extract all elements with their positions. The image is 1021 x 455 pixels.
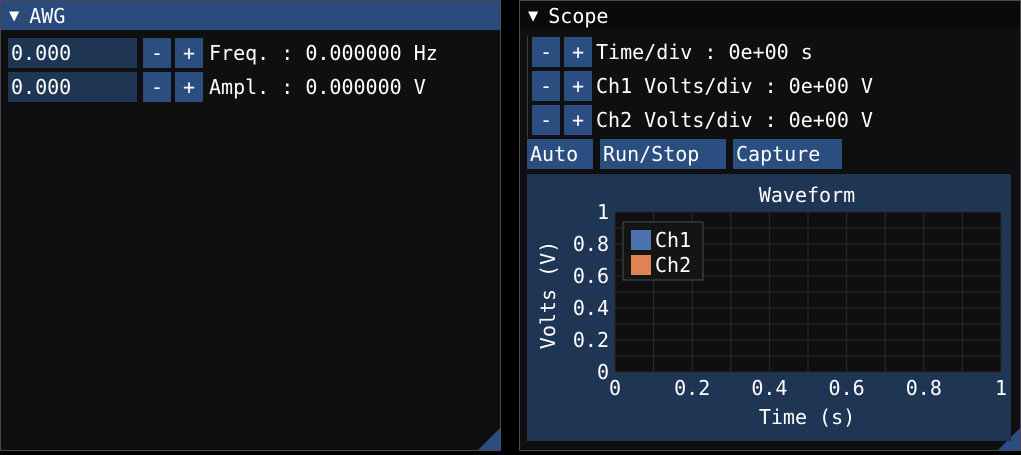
ampl-plus-button[interactable]: + — [175, 72, 203, 102]
capture-button[interactable]: Capture — [733, 139, 842, 169]
waveform-plot-svg[interactable]: Waveform 0 0.2 0.4 0.6 0.8 1 00.20.40.60.81 T… — [527, 174, 1011, 441]
x-tick-label: 1 — [995, 376, 1007, 400]
x-tick-label: 0.2 — [674, 376, 710, 400]
run-stop-button[interactable]: Run/Stop — [600, 139, 726, 169]
x-tick-label: 0.4 — [751, 376, 787, 400]
separator — [527, 36, 528, 138]
freq-minus-button[interactable]: - — [143, 38, 171, 68]
ampl-label: Ampl. : 0.000000 V — [209, 75, 426, 99]
ampl-minus-button[interactable]: - — [143, 72, 171, 102]
y-tick-label: 0 — [597, 360, 609, 384]
x-tick-label: 0.6 — [829, 376, 865, 400]
time-div-row: - + Time/div : 0e+00 s — [532, 37, 813, 67]
y-tick-label: 0.4 — [573, 296, 609, 320]
ch1-div-minus-button[interactable]: - — [532, 71, 560, 101]
freq-row: 0.000 - + Freq. : 0.000000 Hz — [8, 38, 438, 68]
x-tick-labels: 0 0.2 0.4 0.6 0.8 1 — [609, 376, 1007, 400]
time-div-plus-button[interactable]: + — [564, 37, 592, 67]
awg-titlebar[interactable]: ▼ AWG — [1, 1, 500, 30]
ch1-div-label: Ch1 Volts/div : 0e+00 V — [596, 74, 873, 98]
freq-plus-button[interactable]: + — [175, 38, 203, 68]
plot-title: Waveform — [759, 183, 855, 207]
y-tick-label: 1 — [597, 200, 609, 224]
legend[interactable]: Ch1 Ch2 — [622, 221, 704, 281]
ch1-div-plus-button[interactable]: + — [564, 71, 592, 101]
waveform-plot[interactable]: Waveform 0 0.2 0.4 0.6 0.8 1 0 0.2 0.4 0.6 0.8 1 T… — [527, 174, 1011, 441]
y-tick-labels: 0 0.2 0.4 0.6 0.8 1 — [573, 200, 609, 384]
time-div-minus-button[interactable]: - — [532, 37, 560, 67]
y-tick-label: 0.6 — [573, 264, 609, 288]
ch2-div-label: Ch2 Volts/div : 0e+00 V — [596, 108, 873, 132]
collapse-triangle-icon[interactable]: ▼ — [528, 6, 538, 26]
y-axis-label: Volts (V) — [536, 241, 560, 349]
scope-title: Scope — [548, 3, 609, 28]
ch2-div-plus-button[interactable]: + — [564, 105, 592, 135]
x-tick-label: 0 — [609, 376, 621, 400]
scope-titlebar[interactable]: ▼ Scope — [520, 1, 1020, 30]
awg-title: AWG — [29, 3, 66, 28]
x-tick-label: 0.8 — [906, 376, 942, 400]
y-tick-label: 0.2 — [573, 328, 609, 352]
ampl-input[interactable]: 0.000 — [8, 72, 137, 102]
legend-swatch-ch2[interactable] — [631, 255, 651, 275]
y-tick-label: 0.8 — [573, 232, 609, 256]
legend-swatch-ch1[interactable] — [631, 230, 651, 250]
legend-label-ch2: Ch2 — [655, 253, 691, 277]
collapse-triangle-icon[interactable]: ▼ — [9, 6, 19, 26]
ch2-div-minus-button[interactable]: - — [532, 105, 560, 135]
time-div-label: Time/div : 0e+00 s — [596, 40, 813, 64]
x-axis-label: Time (s) — [759, 405, 855, 429]
freq-input[interactable]: 0.000 — [8, 38, 137, 68]
ampl-row: 0.000 - + Ampl. : 0.000000 V — [8, 72, 426, 102]
ch1-div-row: - + Ch1 Volts/div : 0e+00 V — [532, 71, 873, 101]
ch2-div-row: - + Ch2 Volts/div : 0e+00 V — [532, 105, 873, 135]
auto-button[interactable]: Auto — [527, 139, 593, 169]
legend-label-ch1: Ch1 — [655, 228, 691, 252]
resize-grip-icon[interactable] — [478, 428, 500, 450]
freq-label: Freq. : 0.000000 Hz — [209, 41, 438, 65]
